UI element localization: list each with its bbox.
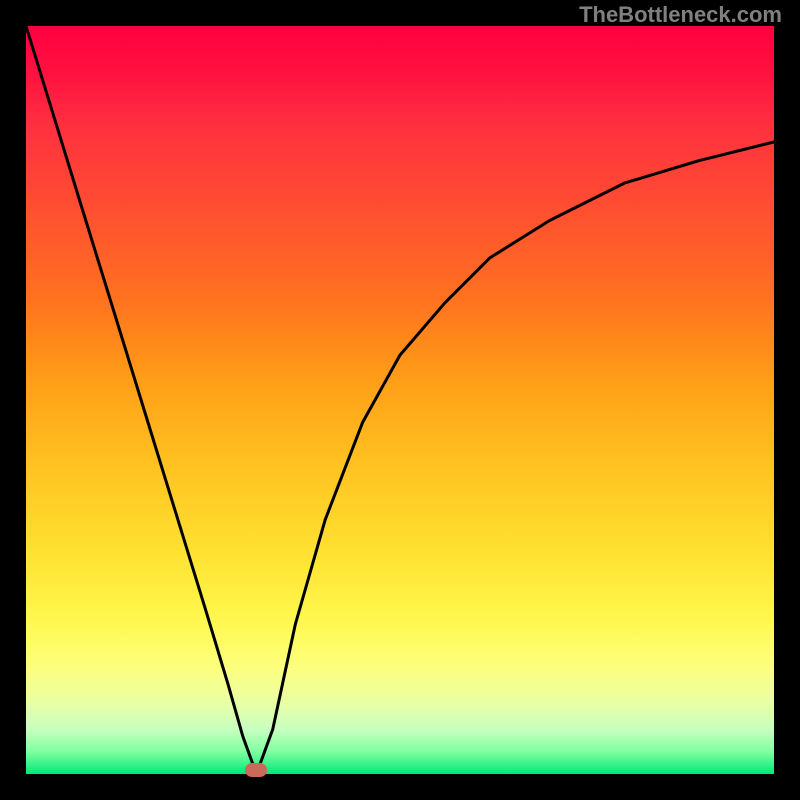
- plot-area: [26, 26, 774, 774]
- curve-svg: [26, 26, 774, 774]
- optimal-point-marker: [245, 763, 267, 777]
- watermark-text: TheBottleneck.com: [579, 2, 782, 28]
- bottleneck-curve: [26, 26, 774, 774]
